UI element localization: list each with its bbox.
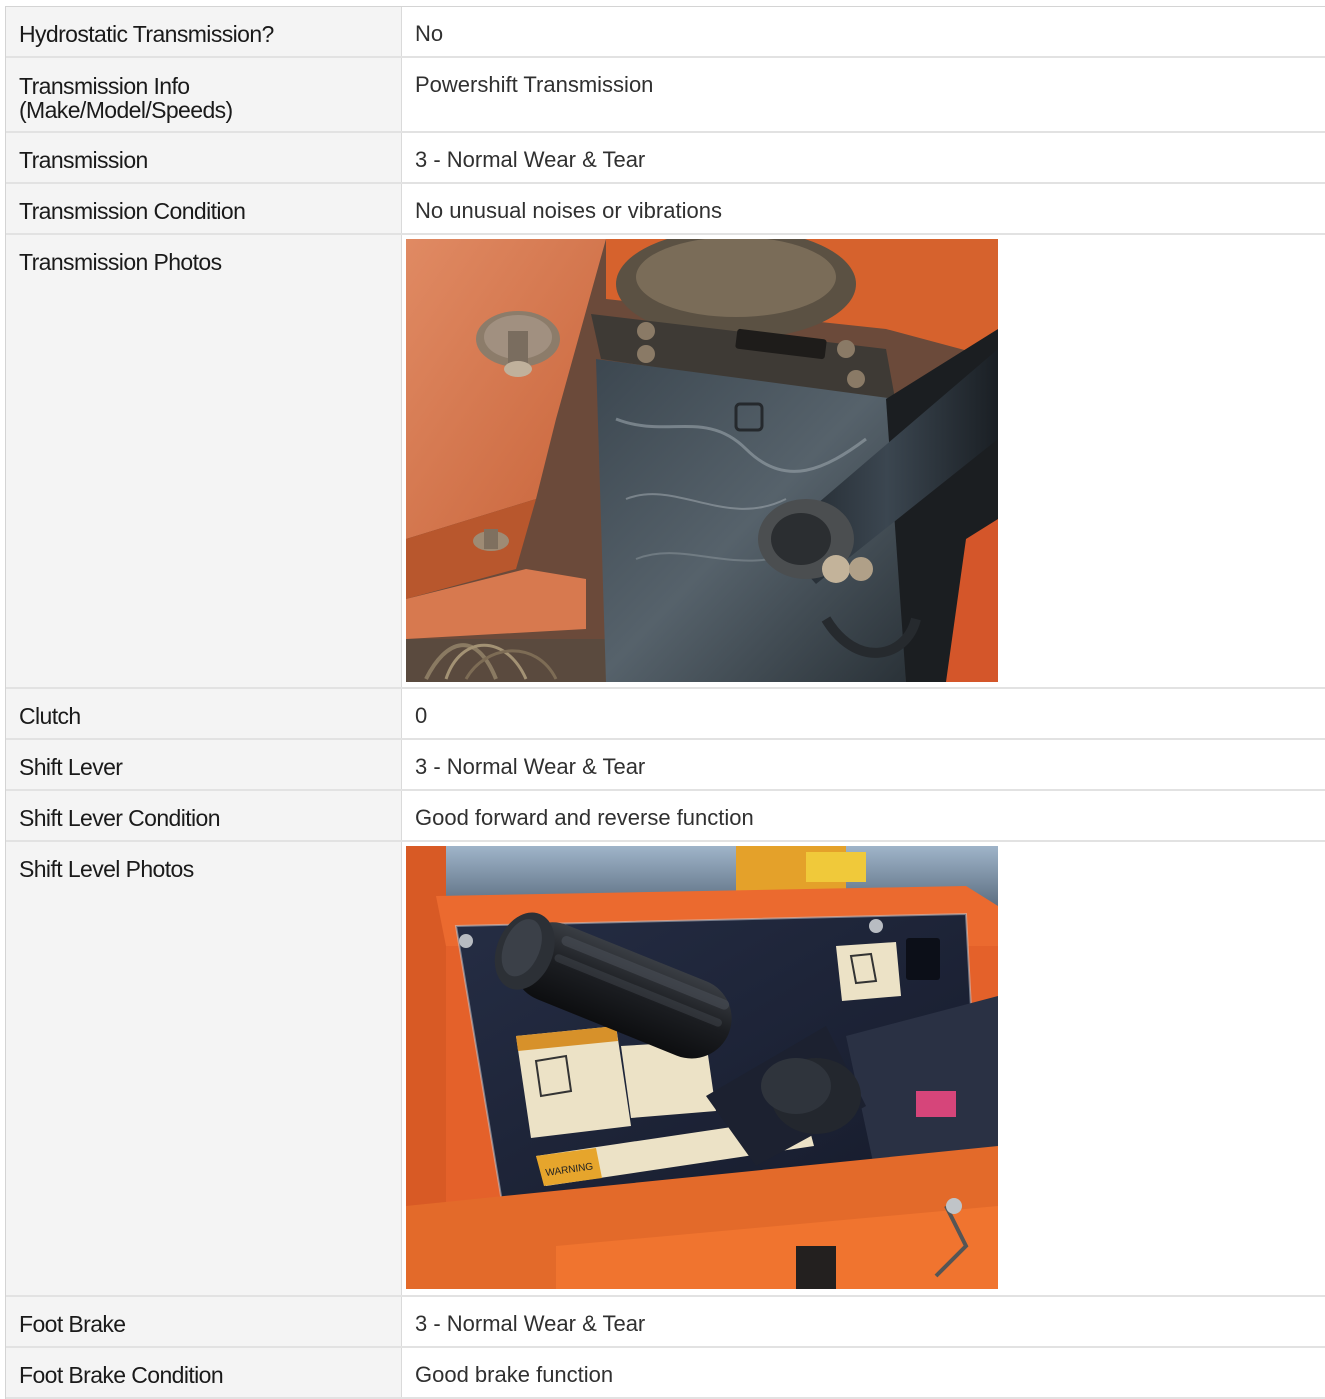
row-value: Good brake function <box>415 1362 614 1387</box>
row-label: Shift Level Photos <box>6 842 402 1295</box>
row-value: 3 - Normal Wear & Tear <box>415 147 646 172</box>
table-row: Transmission Photos <box>6 235 1325 689</box>
table-row: Clutch 0 <box>6 689 1325 740</box>
inspection-table: Hydrostatic Transmission? No Transmissio… <box>5 6 1325 1399</box>
row-label: Shift Lever <box>6 740 402 789</box>
row-value: Good forward and reverse function <box>415 805 754 830</box>
row-label: Foot Brake <box>6 1297 402 1346</box>
row-value: No <box>415 21 444 46</box>
table-row: Foot Brake 3 - Normal Wear & Tear <box>6 1297 1325 1348</box>
row-value: 0 <box>415 703 428 728</box>
table-row: Transmission Condition No unusual noises… <box>6 184 1325 235</box>
table-row: Shift Lever 3 - Normal Wear & Tear <box>6 740 1325 791</box>
shift-lever-joystick-photo[interactable]: WARNING <box>406 846 998 1289</box>
row-label: Transmission Info (Make/Model/Speeds) <box>6 58 402 131</box>
table-row: Transmission 3 - Normal Wear & Tear <box>6 133 1325 184</box>
row-label: Shift Lever Condition <box>6 791 402 840</box>
table-row: Hydrostatic Transmission? No <box>6 7 1325 58</box>
row-value: No unusual noises or vibrations <box>415 198 722 223</box>
row-label: Transmission Photos <box>6 235 402 687</box>
table-row: Shift Lever Condition Good forward and r… <box>6 791 1325 842</box>
row-label: Hydrostatic Transmission? <box>6 7 402 56</box>
photo-cell: WARNING <box>402 842 1325 1295</box>
table-row: Transmission Info (Make/Model/Speeds) Po… <box>6 58 1325 133</box>
row-value: 3 - Normal Wear & Tear <box>415 754 646 779</box>
row-label: Foot Brake Condition <box>6 1348 402 1397</box>
row-label: Clutch <box>6 689 402 738</box>
table-row: Foot Brake Condition Good brake function <box>6 1348 1325 1399</box>
row-label: Transmission <box>6 133 402 182</box>
row-value: Powershift Transmission <box>415 72 654 97</box>
transmission-undercarriage-photo[interactable] <box>406 239 998 682</box>
photo-cell <box>402 235 1325 687</box>
row-value: 3 - Normal Wear & Tear <box>415 1311 646 1336</box>
table-row: Shift Level Photos WARNING <box>6 842 1325 1297</box>
row-label: Transmission Condition <box>6 184 402 233</box>
